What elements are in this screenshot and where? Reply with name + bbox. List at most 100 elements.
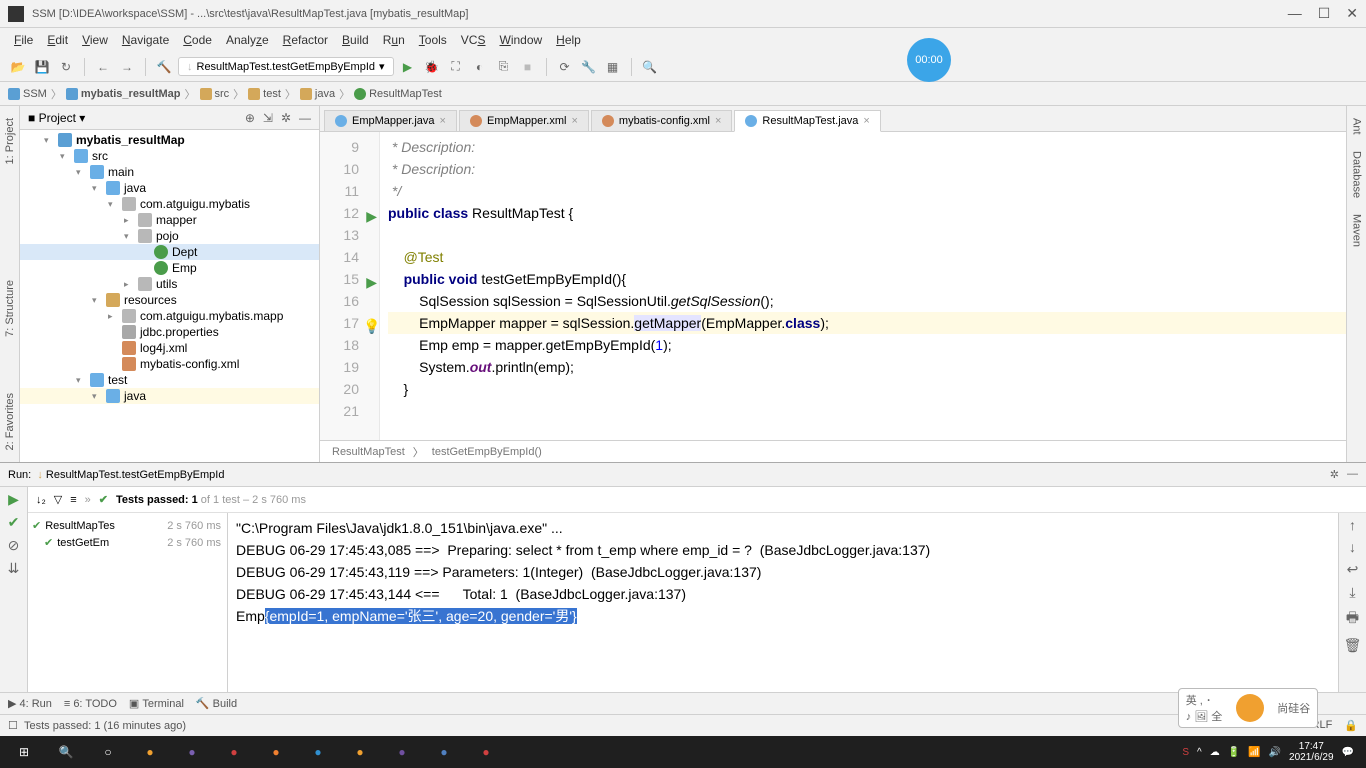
breadcrumb-method[interactable]: testGetEmpByEmpId() — [432, 446, 542, 458]
tree-item[interactable]: Dept — [20, 244, 319, 260]
menu-file[interactable]: FFileile — [8, 31, 39, 49]
rerun-icon[interactable]: ▶ — [8, 491, 19, 508]
menu-build[interactable]: Build — [336, 31, 375, 49]
close-tab-icon[interactable]: × — [715, 115, 721, 127]
start-button[interactable]: ⊞ — [4, 738, 44, 766]
select-opened-icon[interactable]: ⊕ — [245, 111, 255, 125]
menu-edit[interactable]: Edit — [41, 31, 74, 49]
tree-item[interactable]: jdbc.properties — [20, 324, 319, 340]
tree-item[interactable]: ▾java — [20, 180, 319, 196]
settings-icon[interactable]: ✲ — [1330, 468, 1339, 481]
editor-tab[interactable]: EmpMapper.xml× — [459, 110, 589, 131]
tray-battery-icon[interactable]: 🔋 — [1228, 747, 1240, 758]
taskbar-app[interactable]: ● — [382, 738, 422, 766]
vcs-update-icon[interactable]: ⟳ — [555, 57, 575, 77]
coverage-icon[interactable]: ⛶ — [446, 57, 466, 77]
breadcrumb-item[interactable]: test — [248, 88, 281, 100]
expand-all-icon[interactable]: ⇲ — [263, 111, 273, 125]
soft-wrap-icon[interactable]: ↩ — [1347, 561, 1359, 578]
taskbar-app[interactable]: ● — [130, 738, 170, 766]
menu-navigate[interactable]: Navigate — [116, 31, 175, 49]
back-icon[interactable]: ← — [93, 57, 113, 77]
editor-tab[interactable]: EmpMapper.java× — [324, 110, 457, 131]
tree-item[interactable]: ▾src — [20, 148, 319, 164]
scroll-end-icon[interactable]: ⤓ — [1349, 584, 1355, 601]
terminal-tab[interactable]: ▣ Terminal — [129, 697, 184, 710]
taskbar-app[interactable]: ● — [298, 738, 338, 766]
project-structure-icon[interactable]: ▦ — [603, 57, 623, 77]
run-tab[interactable]: ▶ 4: Run — [8, 697, 52, 710]
close-tab-icon[interactable]: × — [571, 115, 577, 127]
test-tree[interactable]: ✔ResultMapTes2 s 760 ms✔testGetEm2 s 760… — [28, 513, 228, 692]
sync-icon[interactable]: ↻ — [56, 57, 76, 77]
tree-item[interactable]: log4j.xml — [20, 340, 319, 356]
test-item[interactable]: ✔testGetEm2 s 760 ms — [32, 534, 223, 551]
gutter[interactable]: 9101112▶131415▶1617💡18192021 — [320, 132, 380, 440]
search-icon[interactable]: 🔍 — [640, 57, 660, 77]
tree-item[interactable]: ▾pojo — [20, 228, 319, 244]
tree-item[interactable]: ▾resources — [20, 292, 319, 308]
editor-tab[interactable]: ResultMapTest.java× — [734, 110, 880, 132]
menu-refactor[interactable]: Refactor — [277, 31, 334, 49]
menu-code[interactable]: Code — [177, 31, 218, 49]
tray-wifi-icon[interactable]: 📶 — [1248, 747, 1260, 758]
menu-run[interactable]: Run — [377, 31, 411, 49]
status-indicator-icon[interactable]: ☐ — [8, 719, 18, 732]
down-icon[interactable]: ↓ — [1349, 539, 1356, 555]
tree-item[interactable]: ▾java — [20, 388, 319, 404]
breadcrumb-item[interactable]: ResultMapTest — [354, 88, 442, 100]
minimize-button[interactable]: — — [1288, 5, 1302, 22]
console-output[interactable]: "C:\Program Files\Java\jdk1.8.0_151\bin\… — [228, 513, 1338, 692]
taskbar-app[interactable]: ● — [340, 738, 380, 766]
build-icon[interactable]: 🔨 — [154, 57, 174, 77]
build-tab[interactable]: 🔨 Build — [196, 697, 237, 710]
menu-window[interactable]: Window — [493, 31, 548, 49]
menu-help[interactable]: Help — [550, 31, 587, 49]
debug-icon[interactable]: 🐞 — [422, 57, 442, 77]
tray-volume-icon[interactable]: 🔊 — [1269, 747, 1281, 758]
tree-item[interactable]: Emp — [20, 260, 319, 276]
editor-tab[interactable]: mybatis-config.xml× — [591, 110, 733, 131]
system-tray[interactable]: S ^ ☁ 🔋 📶 🔊 17:472021/6/29 💬 — [1182, 741, 1362, 763]
ime-indicator[interactable]: 英 , ･♪ 🖼 全 尚硅谷 — [1178, 688, 1318, 728]
menu-tools[interactable]: Tools — [413, 31, 453, 49]
taskbar-app[interactable]: ● — [214, 738, 254, 766]
menu-analyze[interactable]: Analyze — [220, 31, 275, 49]
project-tree[interactable]: ▾mybatis_resultMap▾src▾main▾java▾com.atg… — [20, 130, 319, 462]
clear-icon[interactable]: 🗑 — [1344, 637, 1362, 654]
save-icon[interactable]: 💾 — [32, 57, 52, 77]
tray-cloud-icon[interactable]: ☁ — [1210, 747, 1220, 758]
toggle-autotest-icon[interactable]: ✔ — [8, 514, 20, 531]
sort-icon[interactable]: ↓₂ — [36, 494, 46, 506]
tree-item[interactable]: ▾com.atguigu.mybatis — [20, 196, 319, 212]
timer-badge[interactable]: 00:00 — [907, 38, 951, 82]
tree-item[interactable]: ▾main — [20, 164, 319, 180]
open-icon[interactable]: 📂 — [8, 57, 28, 77]
project-tool-tab[interactable]: 1: Project — [2, 110, 18, 172]
forward-icon[interactable]: → — [117, 57, 137, 77]
maximize-button[interactable]: ☐ — [1318, 5, 1331, 22]
layout-icon[interactable]: ⇊ — [8, 560, 20, 577]
profile-icon[interactable]: ◐ — [470, 57, 490, 77]
breadcrumb-item[interactable]: src — [200, 88, 230, 100]
tree-item[interactable]: ▸utils — [20, 276, 319, 292]
close-tab-icon[interactable]: × — [440, 115, 446, 127]
database-tool-tab[interactable]: Database — [1349, 143, 1365, 206]
ant-tool-tab[interactable]: Ant — [1349, 110, 1365, 143]
breadcrumb-item[interactable]: SSM — [8, 88, 47, 100]
tree-item[interactable]: ▸com.atguigu.mybatis.mapp — [20, 308, 319, 324]
tray-clock[interactable]: 17:472021/6/29 — [1289, 741, 1334, 763]
status-lock-icon[interactable]: 🔒 — [1344, 719, 1358, 732]
close-tab-icon[interactable]: × — [863, 115, 869, 127]
settings-icon[interactable]: ✲ — [281, 111, 291, 125]
menu-vcs[interactable]: VCS — [455, 31, 492, 49]
tray-up-icon[interactable]: ^ — [1197, 747, 1202, 758]
print-icon[interactable]: 🖶 — [1346, 607, 1359, 631]
tree-item[interactable]: ▸mapper — [20, 212, 319, 228]
stop-icon[interactable]: ■ — [518, 57, 538, 77]
close-button[interactable]: ✕ — [1346, 5, 1358, 22]
hide-icon[interactable]: — — [1347, 468, 1358, 481]
taskbar-app[interactable]: ● — [424, 738, 464, 766]
breadcrumb-item[interactable]: java — [300, 88, 335, 100]
code-editor[interactable]: 9101112▶131415▶1617💡18192021 * Descripti… — [320, 132, 1346, 440]
